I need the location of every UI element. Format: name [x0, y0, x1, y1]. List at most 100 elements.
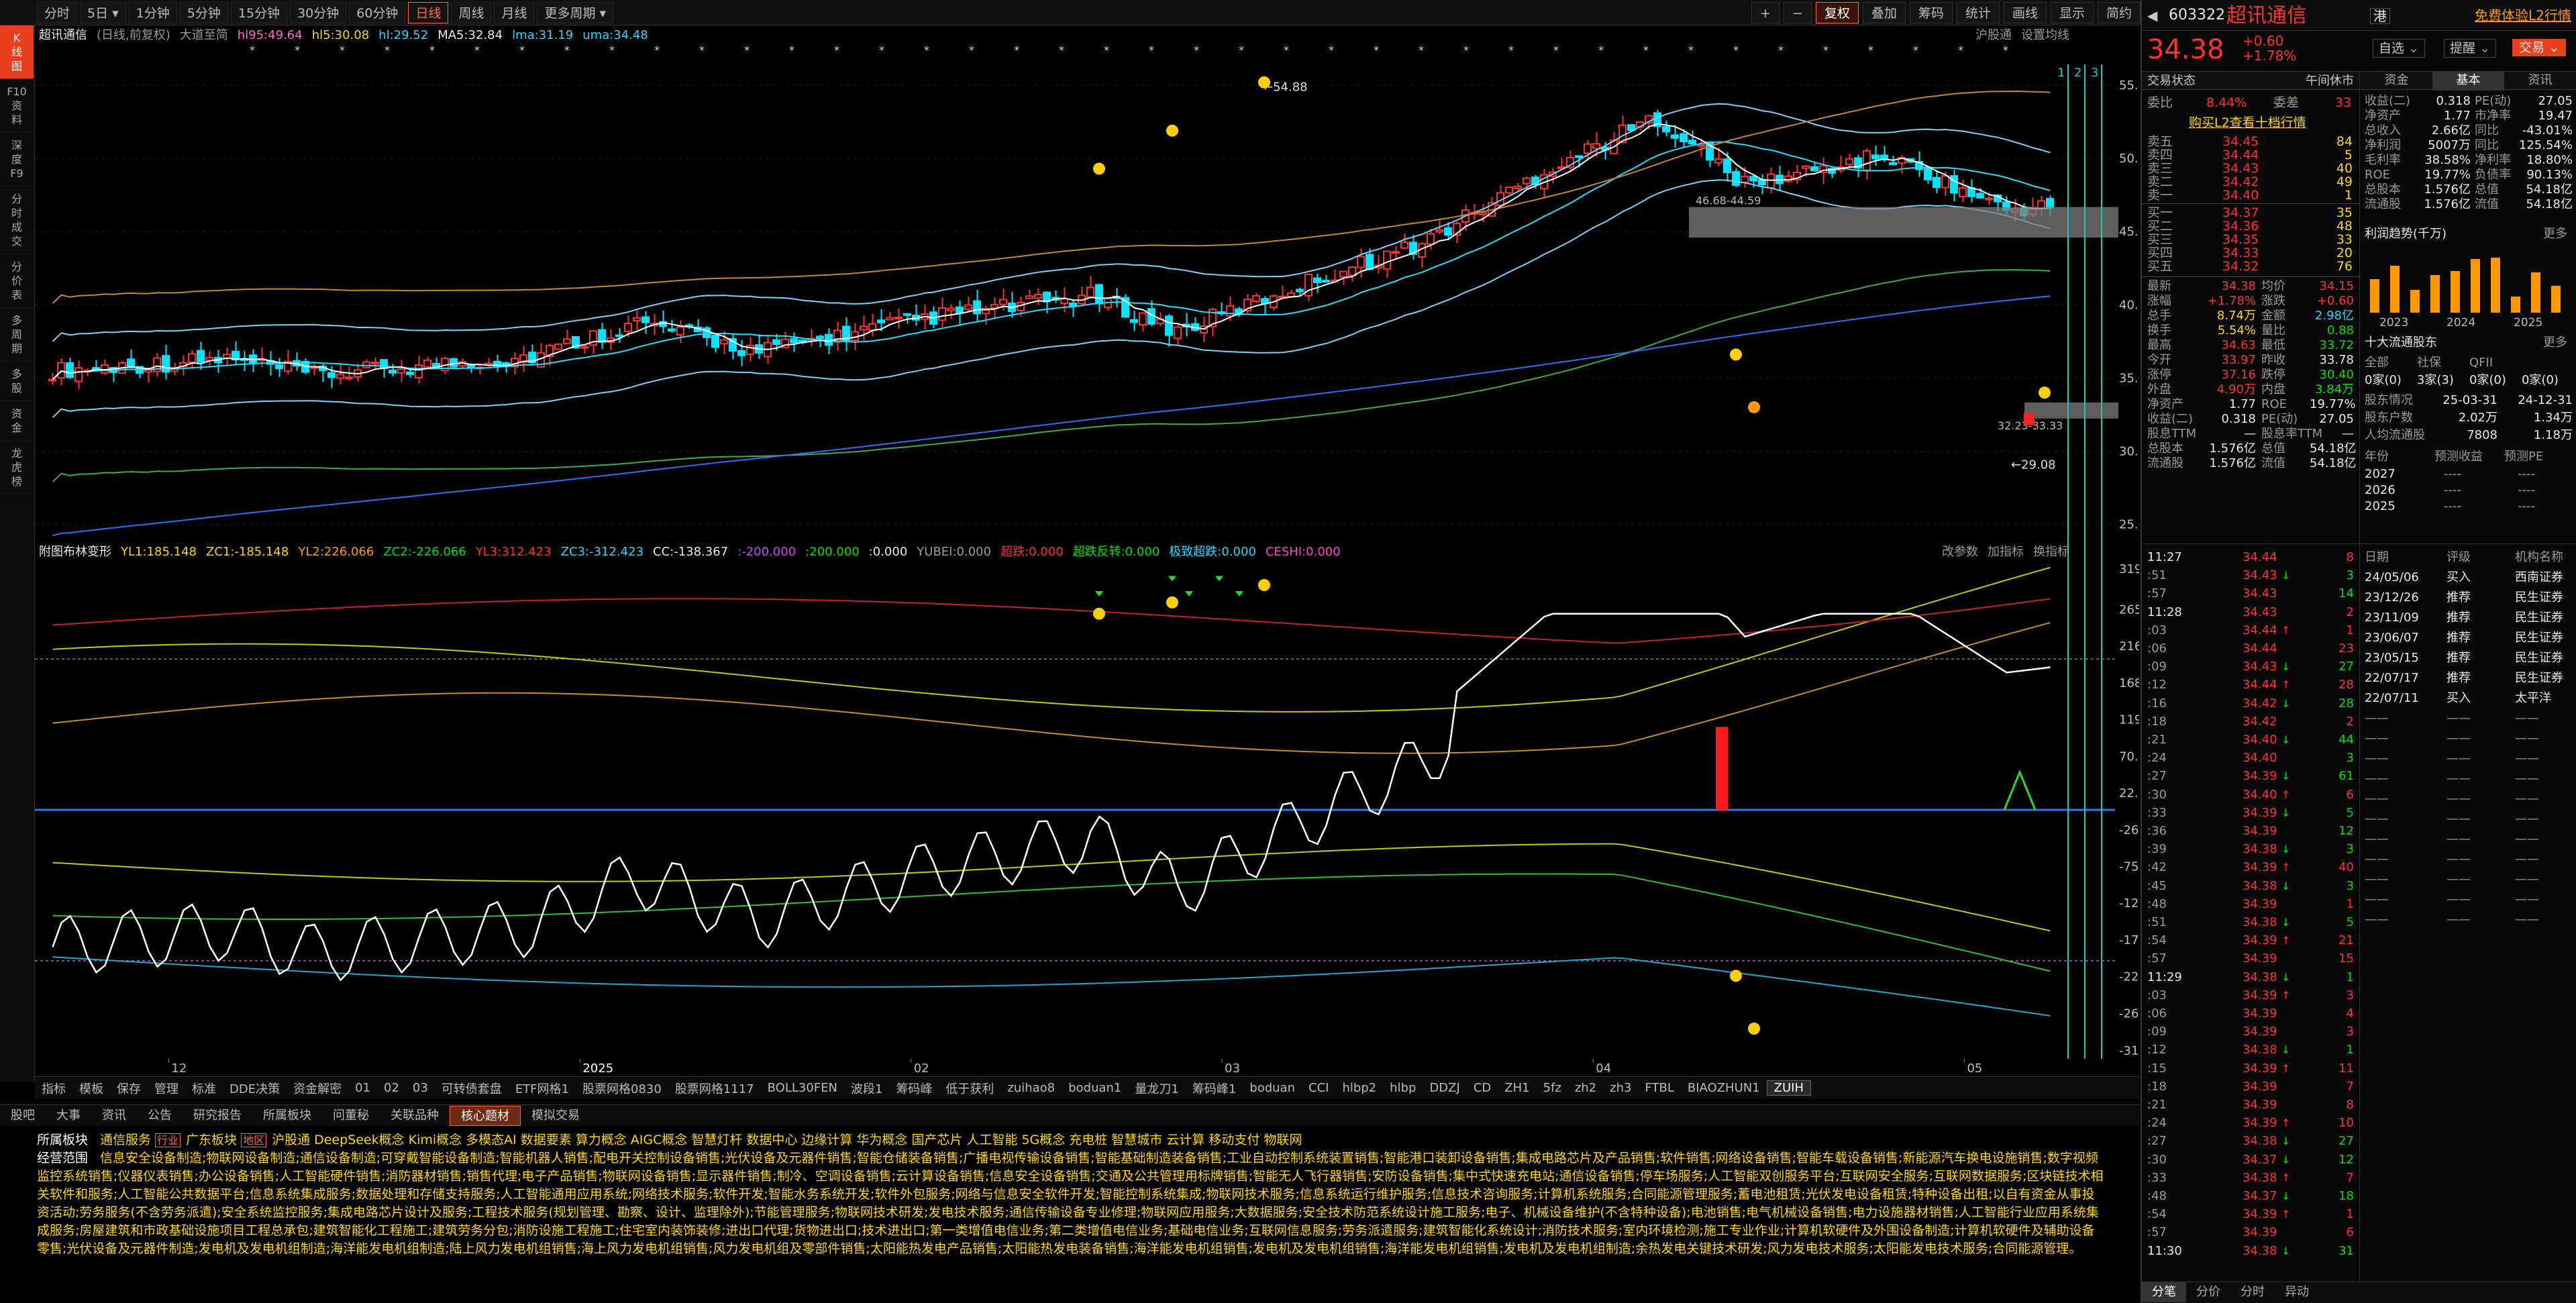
period-分时[interactable]: 分时 [37, 1, 78, 23]
sector-tag[interactable]: 智慧灯杆 [691, 1133, 742, 1147]
period-更多周期[interactable]: 更多周期 ▾ [537, 1, 614, 23]
period-60分钟[interactable]: 60分钟 [349, 1, 406, 23]
indicator-tab[interactable]: BIAOZHUN1 [1681, 1081, 1767, 1095]
indicator-tab[interactable]: CCI [1302, 1081, 1335, 1095]
indicator-tab[interactable]: 01 [348, 1081, 377, 1095]
prev-stock-icon[interactable]: ◀ [2147, 8, 2157, 23]
indicator-tab[interactable]: ZUIH [1766, 1080, 1812, 1096]
hk-tag[interactable]: 港 [2370, 8, 2390, 24]
adjust-button[interactable]: 复权 [1815, 2, 1859, 23]
f10-tab[interactable]: 核心题材 [450, 1105, 521, 1126]
sector-tag[interactable]: 数据要素 [521, 1133, 572, 1147]
left-nav-item[interactable]: 分 价 表 [0, 254, 34, 308]
period-15分钟[interactable]: 15分钟 [230, 1, 288, 23]
sector-tag[interactable]: 移动支付 [1208, 1133, 1259, 1147]
sector-tag[interactable]: 华为概念 [856, 1133, 907, 1147]
hgt-link[interactable]: 沪股通 [1975, 28, 2012, 42]
f10-tab[interactable]: 股吧 [0, 1106, 46, 1126]
tick-tab[interactable]: 分时 [2230, 1282, 2275, 1302]
chips-button[interactable]: 筹码 [1909, 2, 1953, 23]
info-tab[interactable]: 资金 [2361, 72, 2432, 91]
sector-tag[interactable]: 多模态AI [466, 1133, 517, 1147]
holders-more-link[interactable]: 更多 [2543, 335, 2567, 350]
period-1分钟[interactable]: 1分钟 [128, 1, 177, 23]
left-nav-item[interactable]: 分 时 成 交 [0, 187, 34, 254]
sub-action-改参数[interactable]: 改参数 [1942, 545, 1978, 559]
indicator-tab[interactable]: 筹码峰1 [1186, 1080, 1243, 1097]
indicator-tab[interactable]: 模板 [72, 1080, 110, 1097]
indicator-tab[interactable]: 02 [377, 1081, 406, 1095]
indicator-tab[interactable]: 保存 [110, 1080, 148, 1097]
left-nav-item[interactable]: 多 股 [0, 362, 34, 401]
left-nav-item[interactable]: 多 周 期 [0, 308, 34, 362]
indicator-tab[interactable]: zuihao8 [1000, 1081, 1062, 1095]
period-日线[interactable]: 日线 [408, 1, 449, 23]
period-5分钟[interactable]: 5分钟 [179, 1, 228, 23]
sub-indicator-chart[interactable]: 319.44 265.55 216.87 168.20 119.52 70.84 22.17… [35, 561, 2139, 1059]
indicator-tab[interactable]: 可转债套盘 [435, 1080, 509, 1097]
f10-tab[interactable]: 问董秘 [322, 1106, 380, 1126]
sector-tag[interactable]: AIGC概念 [631, 1133, 688, 1147]
f10-tab[interactable]: 资讯 [91, 1106, 137, 1126]
sector-tag[interactable]: 物联网 [1264, 1133, 1302, 1147]
stats-button[interactable]: 统计 [1956, 2, 2000, 23]
sector-tag[interactable]: 云计算 [1166, 1133, 1204, 1147]
sector-tag[interactable]: 算力概念 [576, 1133, 627, 1147]
zoom-out-button[interactable]: − [1783, 2, 1812, 23]
indicator-tab[interactable]: ETF网格1 [509, 1080, 576, 1097]
period-30分钟[interactable]: 30分钟 [290, 1, 347, 23]
sector-tag[interactable]: 数据中心 [746, 1133, 797, 1147]
f10-tab[interactable]: 所属板块 [252, 1106, 322, 1126]
tick-tab[interactable]: 分笔 [2142, 1282, 2186, 1302]
sector-tag[interactable]: 智慧城市 [1111, 1133, 1162, 1147]
f10-tab[interactable]: 模拟交易 [521, 1106, 590, 1126]
chart-area[interactable]: 超讯通信 (日线,前复权) 大道至简 hl95:49.64 hl5:30.08 hl:29… [35, 25, 2139, 1082]
sector-tag[interactable]: 沪股通 [272, 1133, 310, 1147]
sector-tag[interactable]: DeepSeek概念 [314, 1133, 405, 1147]
left-nav-item[interactable]: 龙 虎 榜 [0, 441, 34, 494]
draw-line-button[interactable]: 画线 [2003, 2, 2047, 23]
f10-tab[interactable]: 关联品种 [380, 1106, 450, 1126]
info-tab[interactable]: 资讯 [2504, 72, 2576, 91]
f10-tab[interactable]: 研究报告 [183, 1106, 252, 1126]
f10-tab[interactable]: 大事 [46, 1106, 91, 1126]
zoom-in-button[interactable]: + [1751, 2, 1780, 23]
indicator-tab[interactable]: 资金解密 [287, 1080, 348, 1097]
left-nav-item[interactable]: 深 度 F9 [0, 133, 34, 187]
indicator-tab[interactable]: 标准 [185, 1080, 223, 1097]
period-周线[interactable]: 周线 [451, 1, 492, 23]
sub-action-加指标[interactable]: 加指标 [1988, 545, 2024, 559]
sector-tag[interactable]: 5G概念 [1021, 1133, 1065, 1147]
left-nav-item[interactable]: F10 资 料 [0, 79, 34, 133]
indicator-tab[interactable]: 指标 [35, 1080, 72, 1097]
l2-trial-link[interactable]: 免费体验L2行情 [2475, 8, 2571, 23]
indicator-tab[interactable]: ZH1 [1498, 1081, 1536, 1095]
indicator-tab[interactable]: hlbp2 [1335, 1081, 1383, 1095]
buy-l2-link[interactable]: 购买L2查看十档行情 [2189, 115, 2306, 130]
indicator-tab[interactable]: boduan1 [1062, 1081, 1128, 1095]
indicator-tab[interactable]: zh2 [1568, 1081, 1603, 1095]
left-nav-item[interactable]: 资 金 [0, 401, 34, 441]
sector-tag[interactable]: 充电桩 [1069, 1133, 1107, 1147]
indicator-tab[interactable]: 管理 [148, 1080, 185, 1097]
alert-button[interactable]: 提醒 ⌄ [2444, 39, 2496, 58]
period-5日[interactable]: 5日 ▾ [80, 1, 126, 23]
indicator-tab[interactable]: boduan [1243, 1081, 1302, 1095]
display-button[interactable]: 显示 [2050, 2, 2094, 23]
ma-settings-link[interactable]: 设置均线 [2021, 28, 2069, 42]
overlay-button[interactable]: 叠加 [1862, 2, 1906, 23]
indicator-tab[interactable]: 03 [406, 1081, 435, 1095]
info-tab[interactable]: 基本 [2432, 72, 2504, 91]
indicator-tab[interactable]: FTBL [1638, 1081, 1680, 1095]
add-watchlist-button[interactable]: 自选 ⌄ [2373, 39, 2425, 58]
indicator-tab[interactable]: CD [1467, 1081, 1498, 1095]
indicator-tab[interactable]: 股票网格0830 [576, 1080, 668, 1097]
indicator-tab[interactable]: zh3 [1603, 1081, 1638, 1095]
indicator-tab[interactable]: DDZJ [1423, 1081, 1466, 1095]
sector-tag[interactable]: 人工智能 [966, 1133, 1017, 1147]
sector-tag[interactable]: 国产芯片 [911, 1133, 962, 1147]
tick-tab[interactable]: 异动 [2275, 1282, 2319, 1302]
indicator-tab[interactable]: 量龙刀1 [1128, 1080, 1185, 1097]
kline-chart[interactable]: 55.00 50.00 45.00 40.00 35.00 30.00 25.00 * * * * *… [35, 44, 2139, 561]
sector-tag[interactable]: 广东板块 [186, 1133, 237, 1147]
